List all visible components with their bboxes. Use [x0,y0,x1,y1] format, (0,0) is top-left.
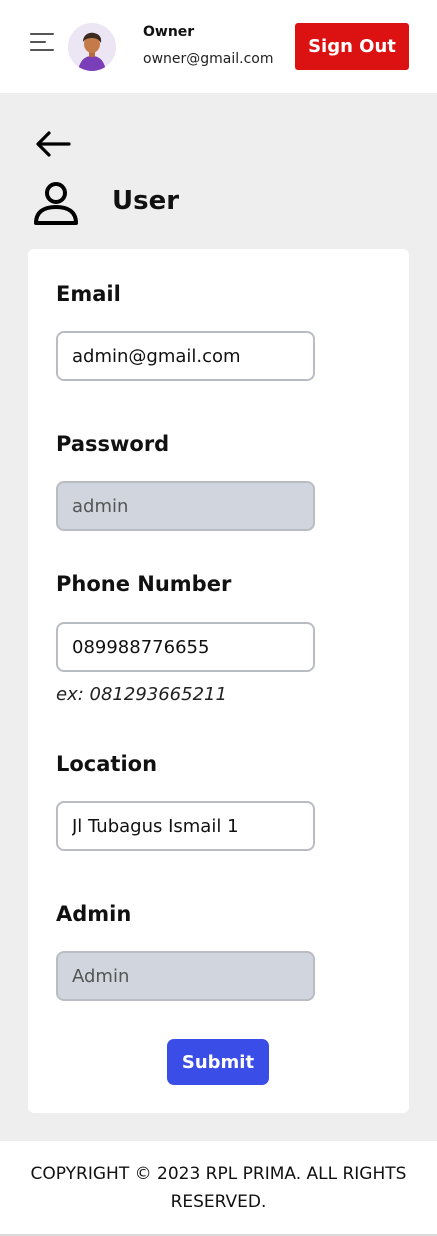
copyright-text: COPYRIGHT © 2023 RPL PRIMA. ALL RIGHTS R… [30,1164,407,1212]
admin-label: Admin [56,902,132,926]
avatar-person-icon [68,23,116,71]
hamburger-menu-icon[interactable] [30,33,54,51]
password-field [56,481,315,531]
email-field[interactable] [56,331,315,381]
user-name: Owner [143,24,195,40]
user-outline-icon [34,182,78,225]
phone-hint: ex: 081293665211 [56,684,227,705]
password-label: Password [56,432,170,456]
admin-field [56,951,315,1001]
user-email: owner@gmail.com [143,51,274,67]
location-field[interactable] [56,801,315,851]
avatar [68,23,116,71]
sign-out-button[interactable]: Sign Out [295,23,409,70]
page-title: User [112,186,180,216]
location-label: Location [56,752,158,776]
back-arrow-icon[interactable] [33,128,71,160]
email-label: Email [56,282,121,306]
submit-button[interactable]: Submit [167,1039,269,1085]
phone-field[interactable] [56,622,315,672]
phone-label: Phone Number [56,572,232,596]
